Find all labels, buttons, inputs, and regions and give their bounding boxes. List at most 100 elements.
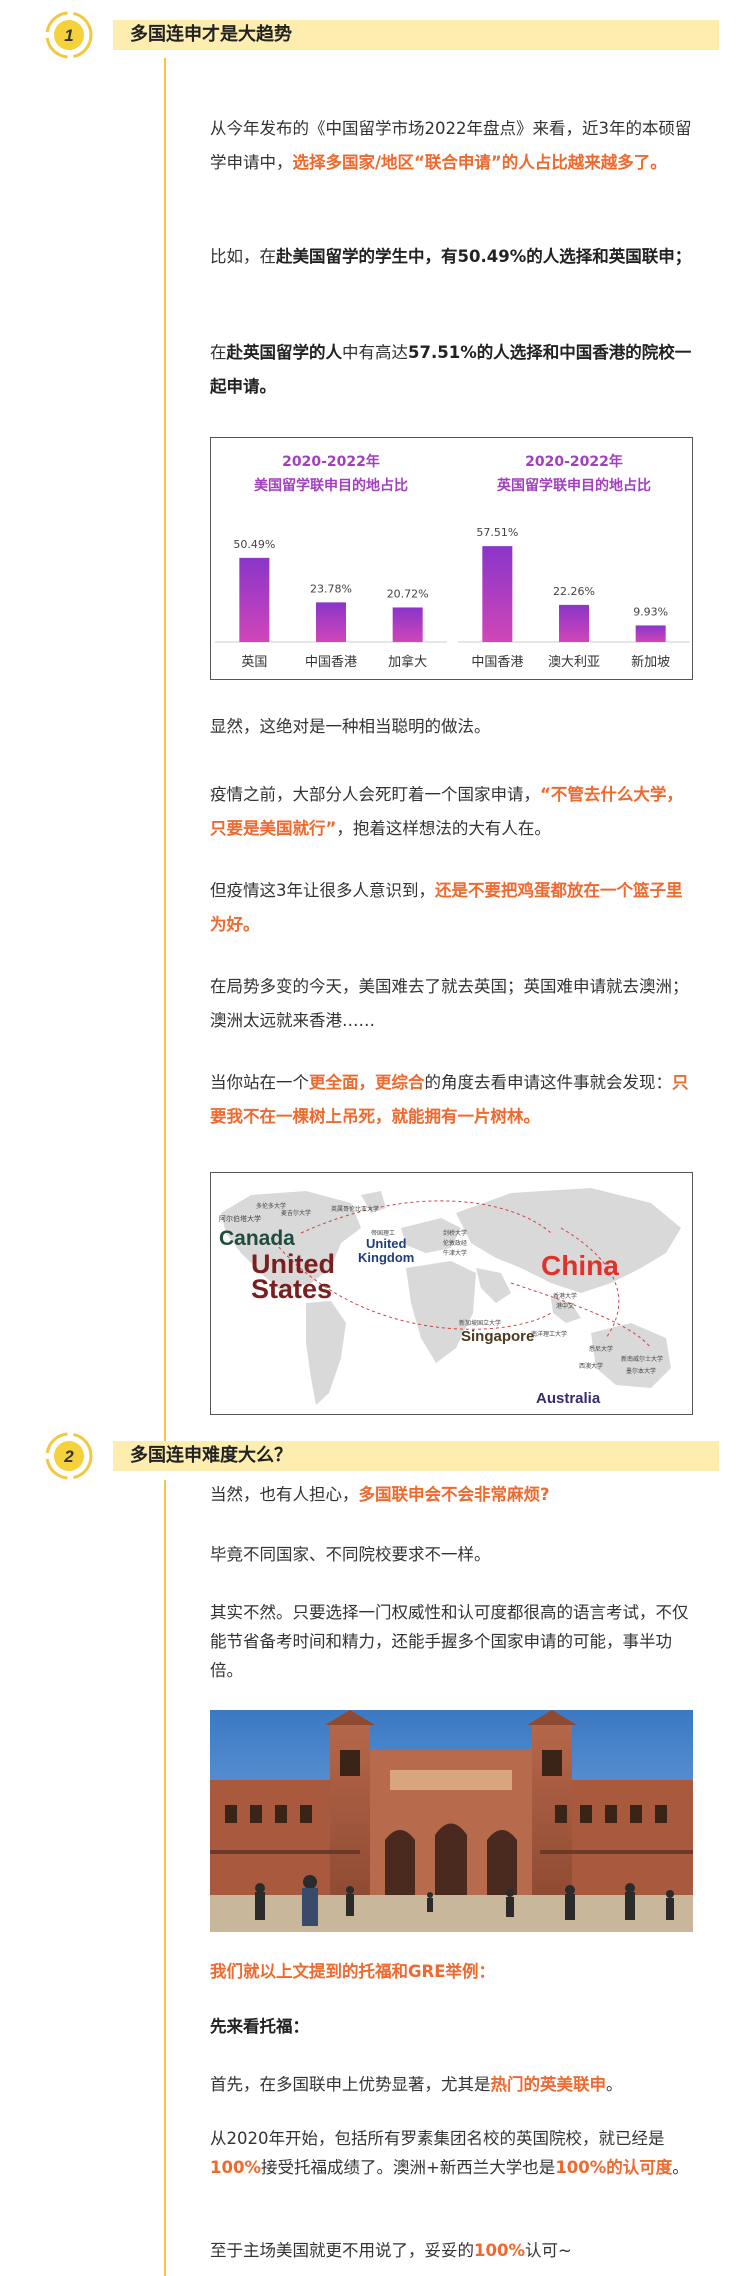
number-badge-icon: 2 — [45, 1432, 93, 1480]
map-label-uk: United — [366, 1236, 407, 1251]
timeline-line — [164, 58, 166, 1450]
map-label-canada: Canada — [219, 1227, 295, 1250]
paragraph: 显然，这绝对是一种相当聪明的做法。 — [210, 717, 491, 736]
map-label-australia: Australia — [536, 1390, 601, 1407]
highlight-text: 选择多国家/地区“联合申请”的人占比越来越多了。 — [292, 153, 667, 172]
bar — [392, 607, 423, 642]
bar — [239, 557, 270, 642]
paragraph: 在局势多变的今天，美国难去了就去英国；英国难申请就去澳洲；澳洲太远就来香港…… — [210, 977, 689, 1030]
bold-text: 赴英国留学的人 — [226, 343, 343, 362]
bar-value-label: 22.26% — [553, 585, 595, 598]
timeline-line — [164, 1480, 166, 2276]
text: 在 — [210, 343, 227, 362]
bar — [316, 602, 346, 642]
highlight-text: 热门的英美联申 — [490, 2075, 607, 2094]
paragraph: 先来看托福： — [210, 2017, 309, 2036]
text: 从2020年开始，包括所有罗素集团名校的英国院校，就已经是 — [210, 2129, 665, 2148]
uni-label: 伦敦政经 — [443, 1239, 467, 1247]
uni-label: 港中文 — [556, 1302, 574, 1310]
text: 但疫情这3年让很多人意识到， — [210, 881, 435, 900]
world-map: 多伦多大学 阿尔伯塔大学 麦吉尔大学 英属哥伦比亚大学 帝国理工 剑桥大学 伦敦… — [219, 1188, 681, 1407]
x-tick-label: 新加坡 — [631, 654, 670, 670]
text: 。 — [606, 2075, 623, 2094]
highlight-text: 更全面 — [309, 1073, 359, 1092]
paragraph: 至于主场美国就更不用说了，妥妥的100%认可~ — [210, 2234, 692, 2268]
section-header-2: 2 多国连申难度大么？ — [0, 1425, 749, 1485]
campus-image — [210, 1710, 693, 1932]
paragraph: 首先，在多国联申上优势显著，尤其是热门的英美联申。 — [210, 2068, 692, 2102]
uni-label: 麦吉尔大学 — [281, 1209, 311, 1217]
bar-value-label: 50.49% — [233, 538, 275, 551]
text: 首先，在多国联申上优势显著，尤其是 — [210, 2075, 491, 2094]
uni-label: 新南威尔士大学 — [621, 1355, 663, 1363]
uni-label: 墨尔本大学 — [626, 1367, 656, 1375]
uni-label: 英属哥伦比亚大学 — [331, 1205, 379, 1213]
bar-value-label: 57.51% — [476, 526, 518, 539]
text: 的角度去看申请这件事就会发现： — [424, 1073, 673, 1092]
paragraph: 比如，在赴美国留学的学生中，有50.49%的人选择和英国联申； — [210, 240, 692, 274]
campus-photo — [210, 1710, 693, 1932]
uni-label: 牛津大学 — [443, 1249, 467, 1257]
x-tick-label: 澳大利亚 — [548, 654, 600, 670]
section-number: 2 — [63, 1447, 74, 1466]
x-tick-label: 中国香港 — [471, 655, 523, 670]
bar — [635, 625, 666, 642]
map-label-china: China — [541, 1250, 619, 1281]
highlight-text: 100% — [474, 2241, 525, 2260]
section-header-1: 1 多国连申才是大趋势 — [0, 4, 749, 64]
chart-title: 2020-2022年 — [282, 453, 380, 470]
paragraph: 其实不然。只要选择一门权威性和认可度都很高的语言考试，不仅能节省备考时间和精力，… — [210, 1603, 689, 1680]
number-badge-icon: 1 — [45, 11, 93, 59]
paragraph: 疫情之前，大部分人会死盯着一个国家申请，“不管去什么大学，只要是美国就行”，抱着… — [210, 778, 692, 846]
uni-label: 香港大学 — [553, 1292, 577, 1300]
map-label-uk: Kingdom — [358, 1250, 414, 1265]
x-tick-label: 加拿大 — [388, 654, 427, 670]
bar-chart: 2020-2022年美国留学联申目的地占比 50.49% 英国 23.78% 中国香港 2… — [215, 453, 690, 670]
text: 疫情之前，大部分人会死盯着一个国家申请， — [210, 785, 540, 804]
x-tick-label: 英国 — [241, 655, 267, 670]
bold-text: 赴美国留学的学生中，有50.49%的人选择和英国联申； — [276, 247, 692, 266]
text: 认可~ — [524, 2241, 572, 2260]
text: 接受托福成绩了。澳洲+新西兰大学也是 — [260, 2158, 556, 2177]
x-tick-label: 中国香港 — [305, 655, 357, 670]
uni-label: 剑桥大学 — [443, 1229, 467, 1237]
paragraph: 我们就以上文提到的托福和GRE举例： — [210, 1962, 496, 1981]
text: 当然，也有人担心， — [210, 1485, 359, 1504]
bar-value-label: 9.93% — [633, 605, 668, 618]
text: 当你站在一个 — [210, 1073, 309, 1092]
bar — [559, 604, 589, 642]
section-title: 多国连申难度大么？ — [130, 1445, 292, 1466]
highlight-text: 100%的认可度 — [555, 2158, 673, 2177]
text: 中有高达 — [342, 343, 408, 362]
paragraph: 从今年发布的《中国留学市场2022年盘点》来看，近3年的本硕留学申请中，选择多国… — [210, 112, 692, 180]
paragraph: 当然，也有人担心，多国联申会不会非常麻烦? — [210, 1478, 692, 1512]
highlight-text: 100% — [210, 2158, 261, 2177]
uni-label: 悉尼大学 — [589, 1345, 613, 1353]
highlight-text: 多国联申会不会非常麻烦? — [358, 1485, 550, 1504]
text: ，抱着这样想法的大有人在。 — [336, 819, 551, 838]
bar-value-label: 20.72% — [387, 587, 429, 600]
section-title: 多国连申才是大趋势 — [130, 24, 292, 45]
uni-label: 新加坡国立大学 — [459, 1319, 501, 1327]
paragraph: 当你站在一个更全面，更综合的角度去看申请这件事就会发现：只要我不在一棵树上吊死，… — [210, 1066, 692, 1134]
chart-subtitle: 美国留学联申目的地占比 — [254, 477, 408, 494]
bar-value-label: 23.78% — [310, 582, 352, 595]
bar-chart-panel: 2020-2022年美国留学联申目的地占比 50.49% 英国 23.78% 中国香港 2… — [210, 437, 693, 680]
uni-label: 南洋理工大学 — [531, 1330, 567, 1338]
chart-subtitle: 英国留学联申目的地占比 — [496, 477, 651, 494]
text: 比如，在 — [210, 247, 276, 266]
chart-title: 2020-2022年 — [525, 453, 623, 470]
highlight-text: ， — [358, 1073, 376, 1092]
section-number: 1 — [64, 26, 73, 45]
text: 至于主场美国就更不用说了，妥妥的 — [210, 2241, 474, 2260]
paragraph: 但疫情这3年让很多人意识到，还是不要把鸡蛋都放在一个篮子里为好。 — [210, 874, 692, 942]
uni-label: 阿尔伯塔大学 — [219, 1214, 261, 1223]
uni-label: 西澳大学 — [579, 1362, 603, 1370]
paragraph: 毕竟不同国家、不同院校要求不一样。 — [210, 1545, 491, 1564]
paragraph: 在赴英国留学的人中有高达57.51%的人选择和中国香港的院校一起申请。 — [210, 336, 692, 404]
text: 。 — [672, 2158, 689, 2177]
paragraph: 从2020年开始，包括所有罗素集团名校的英国院校，就已经是 100%接受托福成绩了… — [210, 2124, 692, 2182]
uni-label: 多伦多大学 — [256, 1202, 286, 1210]
bar — [482, 546, 513, 642]
map-label-singapore: Singapore — [461, 1328, 534, 1345]
